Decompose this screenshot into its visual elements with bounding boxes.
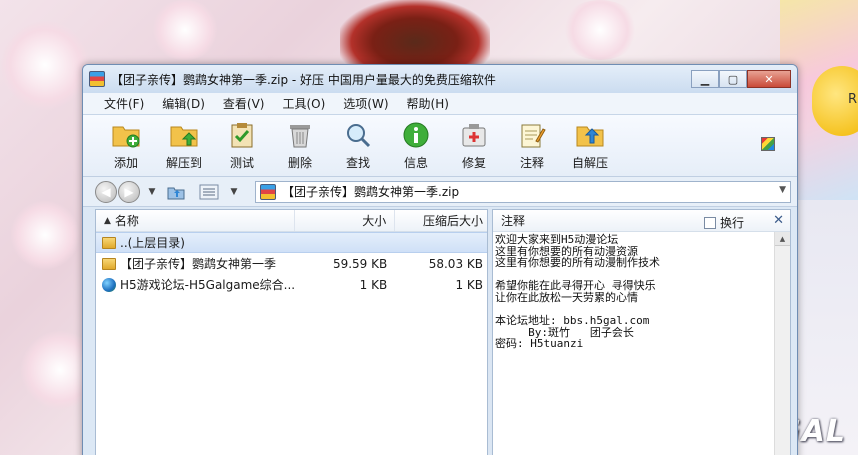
column-compressed-size[interactable]: 压缩后大小 — [395, 210, 487, 231]
path-text: 【团子亲传】鹦鹉女神第一季.zip — [282, 185, 460, 199]
path-combobox[interactable]: 【团子亲传】鹦鹉女神第一季.zip ▼ — [255, 180, 791, 203]
scroll-up-icon[interactable]: ▲ — [775, 232, 790, 246]
back-arrow-icon: ◀ — [101, 184, 111, 199]
maximize-button[interactable]: ▢ — [719, 70, 747, 88]
haozip-window: 【团子亲传】鹦鹉女神第一季.zip - 好压 中国用户量最大的免费压缩软件 ▁ … — [82, 64, 798, 455]
repair-button[interactable]: 修复 — [445, 118, 503, 174]
sort-up-icon: ▲ — [104, 215, 111, 226]
delete-button[interactable]: 删除 — [271, 118, 329, 174]
wallpaper-flower — [560, 0, 640, 60]
wallpaper-flower — [0, 20, 90, 110]
table-row-parent[interactable]: ..(上层目录) — [96, 232, 487, 253]
wallpaper-character — [340, 0, 490, 70]
first-aid-icon — [458, 120, 490, 150]
comment-header: 注释 换行 ✕ — [493, 210, 790, 232]
title-bar[interactable]: 【团子亲传】鹦鹉女神第一季.zip - 好压 中国用户量最大的免费压缩软件 ▁ … — [83, 65, 797, 93]
archive-icon — [260, 183, 276, 200]
column-size[interactable]: 大小 — [295, 210, 396, 231]
file-list-header: ▲ 名称 大小 压缩后大小 — [96, 210, 487, 232]
chevron-down-icon: ▼ — [148, 186, 156, 197]
info-button[interactable]: 信息 — [387, 118, 445, 174]
self-extract-icon — [574, 120, 606, 150]
up-folder-icon — [167, 187, 185, 199]
wallpaper-flower — [10, 200, 80, 270]
comment-title: 注释 — [501, 214, 526, 228]
back-button[interactable]: ◀ — [95, 180, 117, 203]
view-mode-dropdown[interactable]: ▼ — [225, 182, 243, 202]
minimize-button[interactable]: ▁ — [691, 70, 719, 88]
extract-folder-icon — [168, 120, 200, 150]
find-button[interactable]: 查找 — [329, 118, 387, 174]
history-dropdown[interactable]: ▼ — [143, 182, 161, 202]
view-mode-button[interactable] — [197, 182, 221, 202]
menu-options[interactable]: 选项(W) — [334, 95, 397, 112]
table-row[interactable]: H5游戏论坛-H5Galgame综合... 1 KB 1 KB — [96, 274, 487, 295]
haozip-app-icon — [89, 71, 105, 87]
comment-scrollbar[interactable]: ▲ — [774, 232, 790, 455]
forward-button[interactable]: ▶ — [118, 180, 140, 203]
skin-palette-icon[interactable] — [761, 137, 775, 151]
list-view-icon — [199, 184, 219, 199]
address-bar: ◀ ▶ ▼ ▼ 【团子亲传】鹦鹉女神第一季.zip ▼ — [83, 177, 797, 207]
chevron-down-icon: ▼ — [230, 186, 238, 197]
column-name[interactable]: ▲ 名称 — [96, 210, 296, 231]
close-button[interactable]: ✕ — [747, 70, 791, 88]
up-folder-button[interactable] — [165, 182, 187, 202]
trash-icon — [284, 120, 316, 150]
info-icon — [400, 120, 432, 150]
test-clipboard-icon — [226, 120, 258, 150]
comment-text[interactable]: 欢迎大家来到H5动漫论坛 这里有你想要的所有动漫资源 这里有你想要的所有动漫制作… — [493, 232, 774, 455]
close-icon[interactable]: ✕ — [773, 213, 784, 228]
menu-tools[interactable]: 工具(O) — [273, 95, 334, 112]
extract-to-button[interactable]: 解压到 — [155, 118, 213, 174]
toolbar: 添加 解压到 测试 删除 查找 信息 修复 注释 自解压 — [83, 115, 797, 177]
menu-bar: 文件(F) 编辑(D) 查看(V) 工具(O) 选项(W) 帮助(H) — [83, 93, 797, 115]
add-button[interactable]: 添加 — [97, 118, 155, 174]
wrap-toggle[interactable]: 换行 — [703, 214, 744, 231]
add-folder-icon — [110, 120, 142, 150]
folder-icon — [102, 257, 116, 270]
self-extract-button[interactable]: 自解压 — [561, 118, 619, 174]
table-row[interactable]: 【团子亲传】鹦鹉女神第一季 59.59 KB 58.03 KB — [96, 253, 487, 274]
wrap-label: 换行 — [719, 216, 744, 230]
chevron-down-icon[interactable]: ▼ — [779, 185, 786, 195]
forward-arrow-icon: ▶ — [124, 184, 134, 199]
magnifier-icon — [342, 120, 374, 150]
wallpaper-flower — [150, 0, 220, 60]
file-list: ▲ 名称 大小 压缩后大小 ..(上层目录) 【团子亲传】鹦鹉女神第一季 59.5… — [95, 209, 487, 455]
window-title: 【团子亲传】鹦鹉女神第一季.zip - 好压 中国用户量最大的免费压缩软件 — [111, 72, 496, 87]
main-content: ▲ 名称 大小 压缩后大小 ..(上层目录) 【团子亲传】鹦鹉女神第一季 59.5… — [95, 209, 791, 455]
comment-pane: 注释 换行 ✕ 欢迎大家来到H5动漫论坛 这里有你想要的所有动漫资源 这里有你想… — [493, 209, 791, 455]
menu-file[interactable]: 文件(F) — [95, 95, 153, 112]
test-button[interactable]: 测试 — [213, 118, 271, 174]
folder-icon — [102, 236, 116, 249]
wrap-checkbox[interactable] — [703, 216, 716, 229]
comment-button[interactable]: 注释 — [503, 118, 561, 174]
menu-edit[interactable]: 编辑(D) — [153, 95, 214, 112]
internet-shortcut-icon — [102, 277, 116, 292]
menu-help[interactable]: 帮助(H) — [398, 95, 458, 112]
notepad-icon — [516, 120, 548, 150]
wallpaper-badge: R — [812, 66, 858, 136]
menu-view[interactable]: 查看(V) — [214, 95, 274, 112]
